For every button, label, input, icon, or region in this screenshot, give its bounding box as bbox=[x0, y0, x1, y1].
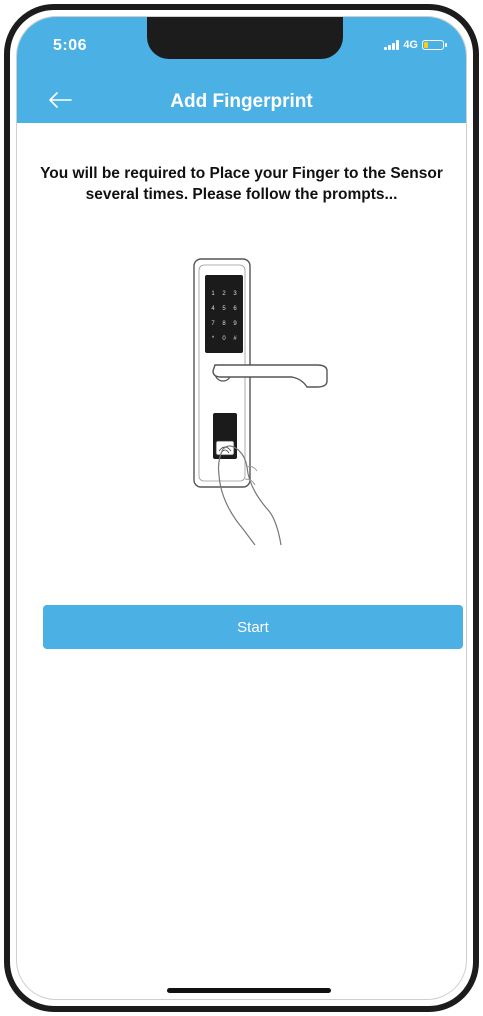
status-indicators: 4G bbox=[384, 39, 447, 51]
start-button[interactable]: Start bbox=[43, 605, 463, 649]
door-lock-illustration: 1 2 34 5 67 8 9* 0 # bbox=[193, 258, 328, 546]
network-label: 4G bbox=[403, 39, 418, 51]
camera-notch bbox=[147, 17, 343, 59]
instruction-text: You will be required to Place your Finge… bbox=[40, 165, 443, 203]
phone-frame: 5:06 4G Add Fingerprint You will be requ… bbox=[4, 4, 479, 1012]
status-time: 5:06 bbox=[53, 37, 88, 54]
battery-icon bbox=[422, 40, 447, 50]
page-title: Add Fingerprint bbox=[170, 91, 313, 112]
signal-icon bbox=[384, 40, 400, 50]
home-indicator[interactable] bbox=[167, 988, 331, 993]
app-screen: 5:06 4G Add Fingerprint You will be requ… bbox=[16, 16, 467, 1000]
